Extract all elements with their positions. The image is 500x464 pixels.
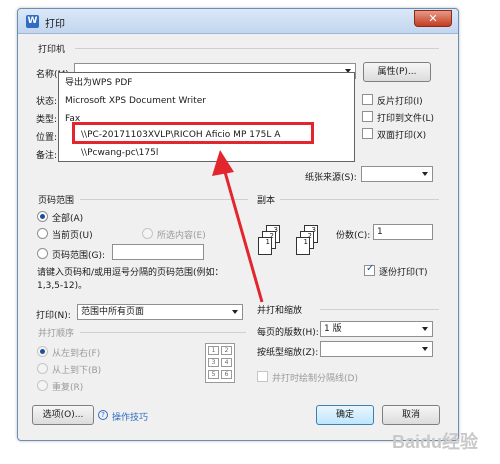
arrow-head <box>212 150 234 176</box>
tips-link[interactable]: 操作技巧 <box>112 410 148 423</box>
help-icon: ? <box>98 410 108 420</box>
ok-button[interactable]: 确定 <box>316 405 374 425</box>
cancel-button[interactable]: 取消 <box>382 405 440 425</box>
arrow-shaft <box>223 171 264 303</box>
watermark: Baidu经验 <box>391 432 478 452</box>
options-button[interactable]: 选项(O)... <box>32 405 94 425</box>
red-arrow <box>212 150 264 303</box>
